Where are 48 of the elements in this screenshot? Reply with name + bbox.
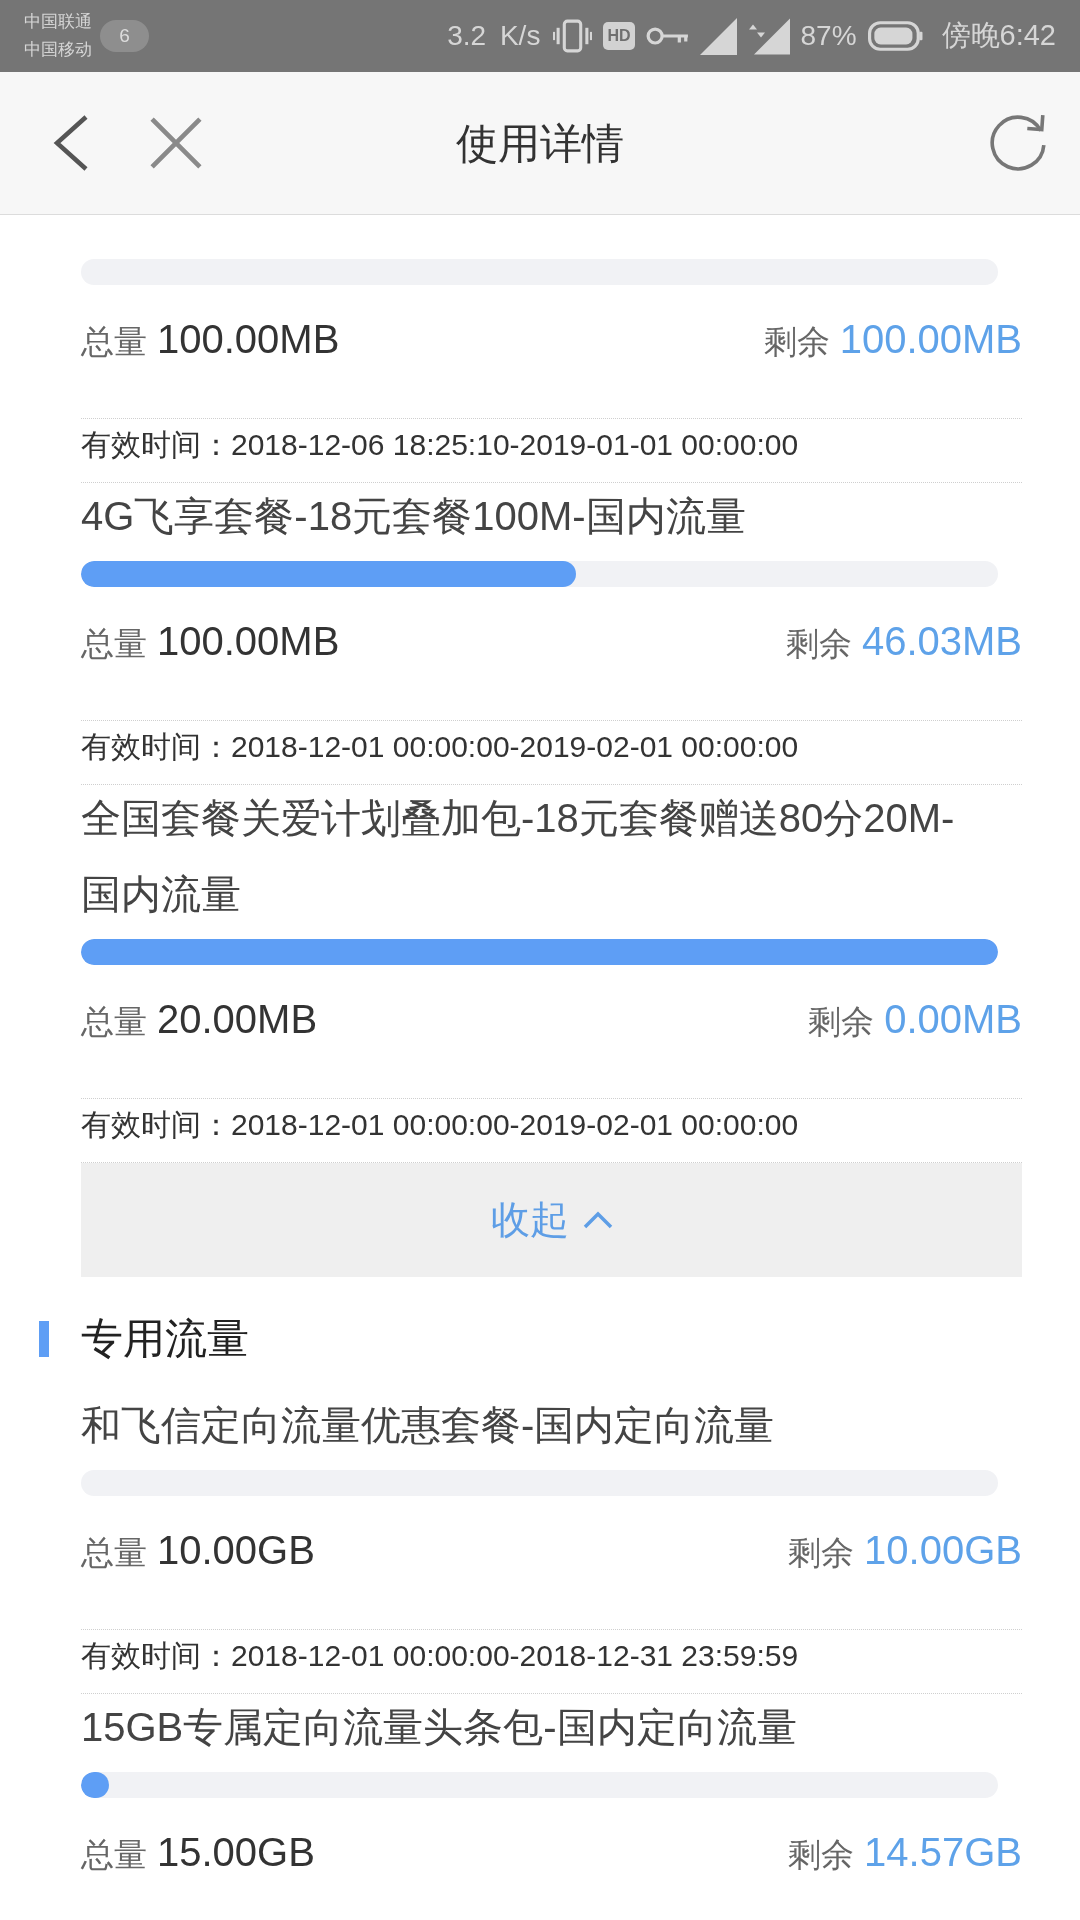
total-label: 总量 (81, 1533, 147, 1573)
battery-icon (867, 21, 923, 51)
hd-indicator: HD (603, 22, 635, 50)
vibrate-icon (553, 19, 593, 53)
package-name: 和飞信定向流量优惠套餐-国内定向流量 (81, 1402, 776, 1449)
remaining-label: 剩余 (788, 1835, 855, 1875)
total-label: 总量 (81, 322, 147, 362)
remaining-value: 14.57GB (864, 1829, 1022, 1876)
total-value: 20.00MB (157, 996, 318, 1043)
network-speed: 3.2 K/s (447, 19, 541, 53)
notification-count: 6 (100, 20, 149, 52)
remaining-label: 剩余 (785, 624, 852, 664)
carrier-name: 中国移动 (24, 39, 92, 61)
total-label: 总量 (81, 1002, 147, 1042)
page-title: 使用详情 (456, 118, 624, 169)
total-value: 15.00GB (157, 1829, 315, 1876)
caret-up-icon (582, 1211, 613, 1229)
collapse-button[interactable]: 收起 (81, 1163, 1022, 1277)
package-name: 全国套餐关爱计划叠加包-18元套餐赠送80分20M-国内流量 (81, 795, 956, 918)
refresh-icon[interactable] (987, 112, 1049, 174)
remaining-label: 剩余 (788, 1533, 855, 1573)
carrier-name: 中国联通 (24, 11, 92, 33)
remaining-value: 100.00MB (839, 316, 1022, 363)
total-value: 10.00GB (157, 1527, 315, 1574)
section-title: 专用流量 (81, 1314, 249, 1364)
remaining-label: 剩余 (808, 1002, 875, 1042)
package-name: 4G飞享套餐-18元套餐100M-国内流量 (81, 493, 747, 540)
close-icon[interactable] (149, 116, 203, 170)
clock: 傍晚6:42 (941, 18, 1056, 54)
total-value: 100.00MB (157, 316, 340, 363)
remaining-value: 10.00GB (864, 1527, 1022, 1574)
battery-percent: 87% (800, 19, 857, 53)
signal-icon (699, 17, 737, 55)
total-value: 100.00MB (157, 618, 340, 665)
validity-period: 有效时间：2018-12-01 00:00:00-2019-02-01 00:00:00 (81, 729, 800, 765)
validity-period: 有效时间：2018-12-01 00:00:00-2018-12-31 23:59:59 (81, 1638, 800, 1674)
total-label: 总量 (81, 624, 147, 664)
section-marker (39, 1321, 49, 1357)
remaining-value: 46.03MB (861, 618, 1022, 665)
mobile-data-signal-icon (747, 17, 790, 55)
validity-period: 有效时间：2018-12-06 18:25:10-2019-01-01 00:00:00 (81, 427, 800, 463)
key-icon (645, 25, 689, 47)
back-icon[interactable] (53, 114, 89, 172)
validity-period: 有效时间：2018-12-01 00:00:00-2019-02-01 00:00:00 (81, 1107, 800, 1143)
package-name: 15GB专属定向流量头条包-国内定向流量 (81, 1704, 798, 1751)
remaining-value: 0.00MB (884, 996, 1022, 1043)
remaining-label: 剩余 (763, 322, 830, 362)
total-label: 总量 (81, 1835, 147, 1875)
